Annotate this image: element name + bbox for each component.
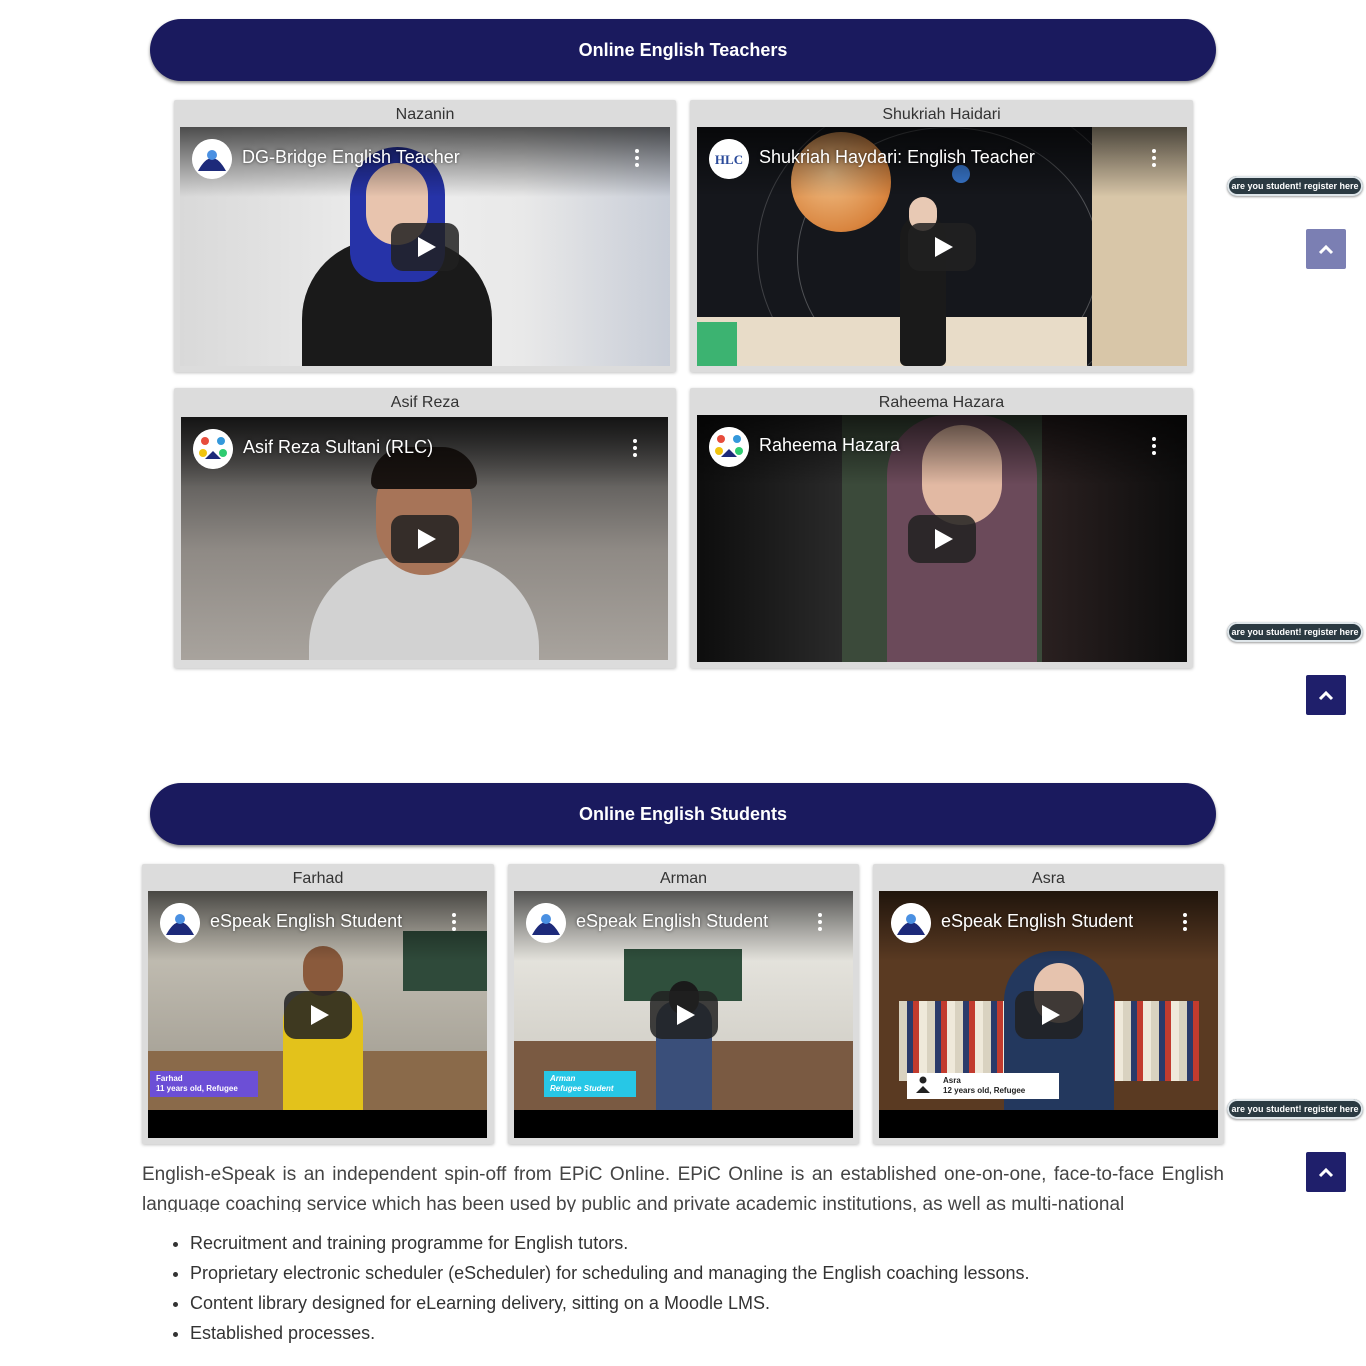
- caption-detail: 11 years old, Refugee: [156, 1084, 238, 1093]
- more-options-icon[interactable]: [817, 913, 823, 933]
- caption-detail: 12 years old, Refugee: [943, 1086, 1026, 1095]
- caption-detail: Refugee Student: [550, 1084, 614, 1093]
- dg-bridge-logo-icon[interactable]: [192, 139, 232, 179]
- rlc-logo-icon[interactable]: [193, 429, 233, 469]
- more-options-icon[interactable]: [634, 149, 640, 169]
- chevron-up-icon: [1318, 690, 1334, 701]
- student-card-asra: Asra eSpeak English Student Asra 12 year…: [873, 864, 1224, 1144]
- student-caption: Arman Refugee Student: [544, 1071, 636, 1097]
- svg-text:HLC: HLC: [715, 152, 743, 167]
- teacher-name: Raheema Hazara: [878, 394, 1005, 411]
- more-options-icon[interactable]: [451, 913, 457, 933]
- teachers-section-heading: Online English Teachers: [150, 19, 1216, 81]
- caption-name: Farhad: [156, 1074, 183, 1083]
- students-section-heading: Online English Students: [150, 783, 1216, 845]
- play-button-icon[interactable]: [908, 222, 976, 271]
- caption-name: Arman: [550, 1074, 576, 1083]
- feature-item: Proprietary electronic scheduler (eSched…: [190, 1258, 1029, 1288]
- teacher-card-shukriah: Shukriah Haidari HLC Shukriah Haydari: E…: [690, 100, 1193, 372]
- more-options-icon[interactable]: [1151, 149, 1157, 169]
- student-name: Farhad: [292, 870, 344, 887]
- scroll-to-top-button[interactable]: [1306, 675, 1346, 715]
- video-title[interactable]: eSpeak English Student: [941, 911, 1133, 932]
- video-player[interactable]: eSpeak English Student Farhad 11 years o…: [148, 891, 487, 1138]
- feature-item: Recruitment and training programme for E…: [190, 1228, 1029, 1258]
- about-description: English-eSpeak is an independent spin-of…: [142, 1164, 1224, 1212]
- play-button-icon[interactable]: [390, 514, 459, 563]
- student-reading-icon: [913, 1075, 933, 1095]
- play-button-icon[interactable]: [283, 990, 352, 1039]
- video-title[interactable]: Raheema Hazara: [759, 435, 900, 456]
- video-player[interactable]: Asif Reza Sultani (RLC): [181, 417, 668, 660]
- video-title[interactable]: Asif Reza Sultani (RLC): [243, 437, 433, 458]
- rlc-logo-icon[interactable]: [709, 427, 749, 467]
- video-title[interactable]: eSpeak English Student: [576, 911, 768, 932]
- video-player[interactable]: eSpeak English Student Asra 12 years old…: [879, 891, 1218, 1138]
- scroll-to-top-button[interactable]: [1306, 229, 1346, 269]
- scroll-to-top-button[interactable]: [1306, 1152, 1346, 1192]
- chevron-up-icon: [1318, 244, 1334, 255]
- video-player[interactable]: eSpeak English Student Arman Refugee Stu…: [514, 891, 853, 1138]
- student-name: Arman: [659, 870, 708, 887]
- espeak-logo-icon[interactable]: [891, 903, 931, 943]
- teacher-name: Asif Reza: [390, 394, 460, 411]
- student-card-farhad: Farhad eSpeak English Student Farhad 11 …: [142, 864, 494, 1144]
- feature-item: Established processes.: [190, 1318, 1029, 1348]
- feature-item: Content library designed for eLearning d…: [190, 1288, 1029, 1318]
- student-card-arman: Arman eSpeak English Student Arman Refug…: [508, 864, 859, 1144]
- video-title[interactable]: Shukriah Haydari: English Teacher: [759, 147, 1035, 168]
- register-student-button[interactable]: are you student! register here: [1227, 622, 1363, 642]
- video-title[interactable]: DG-Bridge English Teacher: [242, 147, 460, 168]
- feature-list: Recruitment and training programme for E…: [142, 1228, 1029, 1348]
- espeak-logo-icon[interactable]: [160, 903, 200, 943]
- more-options-icon[interactable]: [1182, 913, 1188, 933]
- play-button-icon[interactable]: [649, 990, 718, 1039]
- student-name: Asra: [1032, 870, 1065, 887]
- video-player[interactable]: Raheema Hazara: [697, 415, 1187, 662]
- more-options-icon[interactable]: [632, 439, 638, 459]
- more-options-icon[interactable]: [1151, 437, 1157, 457]
- teacher-name: Shukriah Haidari: [882, 106, 1001, 123]
- play-button-icon[interactable]: [391, 222, 459, 271]
- student-caption: Farhad 11 years old, Refugee: [150, 1071, 258, 1097]
- play-button-icon[interactable]: [908, 514, 976, 563]
- student-caption: Asra 12 years old, Refugee: [907, 1073, 1059, 1099]
- hlc-logo-icon[interactable]: HLC: [709, 139, 749, 179]
- video-player[interactable]: DG-Bridge English Teacher: [180, 127, 670, 366]
- register-student-button[interactable]: are you student! register here: [1227, 1099, 1363, 1119]
- video-player[interactable]: HLC Shukriah Haydari: English Teacher: [697, 127, 1187, 366]
- register-student-button[interactable]: are you student! register here: [1227, 176, 1363, 196]
- teacher-card-asif-reza: Asif Reza Asif Reza Sultani (RLC): [174, 388, 676, 668]
- teacher-name: Nazanin: [395, 106, 455, 123]
- teacher-card-nazanin: Nazanin DG-Bridge English Teacher: [174, 100, 676, 372]
- chevron-up-icon: [1318, 1167, 1334, 1178]
- espeak-logo-icon[interactable]: [526, 903, 566, 943]
- video-title[interactable]: eSpeak English Student: [210, 911, 402, 932]
- caption-name: Asra: [943, 1076, 961, 1085]
- play-button-icon[interactable]: [1014, 990, 1083, 1039]
- teacher-card-raheema-hazara: Raheema Hazara Raheema Hazara: [690, 388, 1193, 668]
